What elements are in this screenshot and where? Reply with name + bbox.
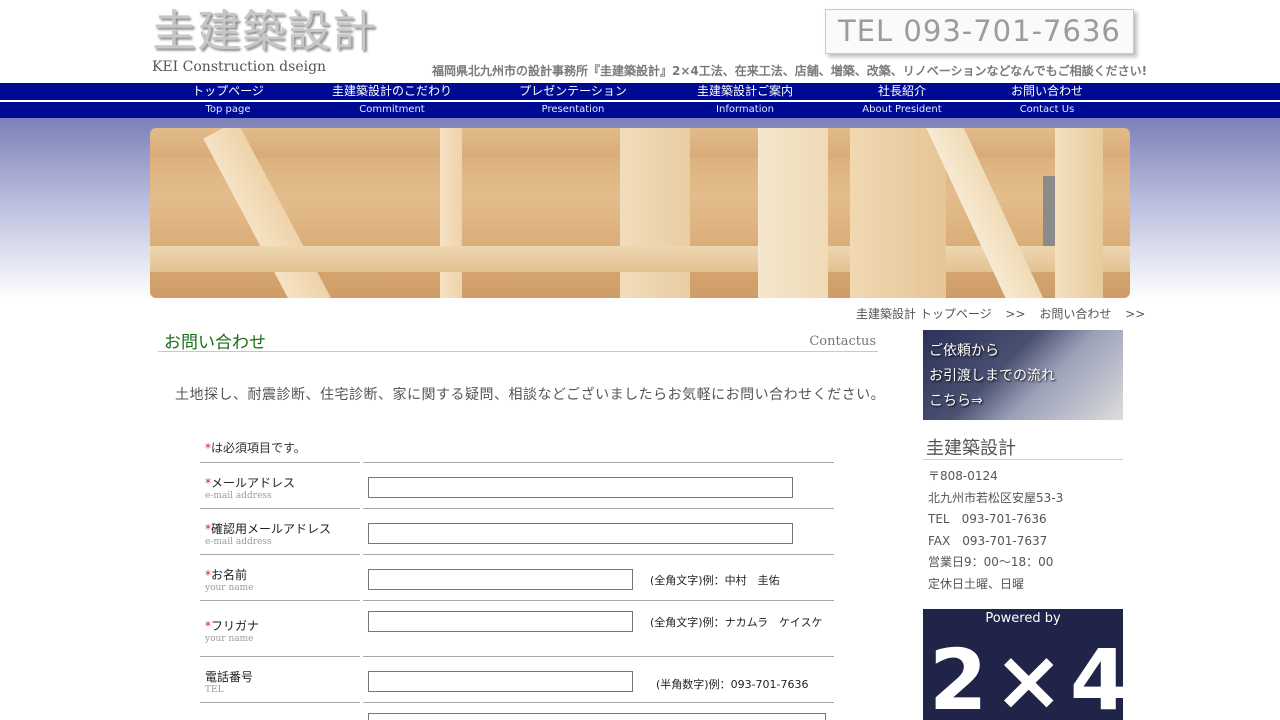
nav-item-president[interactable]: 社長紹介 About President (852, 83, 952, 118)
company-name: 圭建築設計 (923, 434, 1123, 460)
nav-item-commitment[interactable]: 圭建築設計のこだわり Commitment (322, 83, 462, 118)
name-label: *お名前 (205, 568, 248, 582)
breadcrumb-home-link[interactable]: 圭建築設計 トップページ (856, 307, 992, 321)
flow-banner-line: お引渡しまでの流れ (929, 368, 1055, 384)
email-field[interactable] (368, 477, 793, 498)
confirm-email-label: *確認用メールアドレス (205, 522, 332, 536)
nav-item-information[interactable]: 圭建築設計ご案内 Information (680, 83, 810, 118)
breadcrumb-separator: >> (1125, 307, 1146, 321)
site-tagline: 福岡県北九州市の設計事務所『圭建築設計』2×4工法、在来工法、店舗、増築、改築、… (432, 64, 1148, 78)
form-row-name: *お名前 your name (全角文字)例：中村 圭佑 (200, 554, 834, 600)
powered-by-banner[interactable]: Powered by 2×4 (923, 609, 1123, 720)
two-by-four-logo: 2×4 (929, 631, 1123, 720)
breadcrumb: 圭建築設計 トップページ >> お問い合わせ >> (856, 305, 1155, 322)
nav-item-presentation[interactable]: プレゼンテーション Presentation (508, 83, 638, 118)
email-sublabel: e-mail address (205, 491, 272, 501)
form-column-divider (360, 462, 363, 720)
nav-item-sublabel: Commitment (359, 104, 425, 115)
tel-label: 電話番号 (205, 670, 254, 684)
nav-item-label: 圭建築設計ご案内 (696, 84, 793, 98)
nav-item-contact[interactable]: お問い合わせ Contact Us (997, 83, 1097, 118)
name-hint: (全角文字)例：中村 圭佑 (650, 574, 780, 587)
hero-image (150, 128, 1130, 298)
page-title-jp: お問い合わせ (164, 333, 266, 353)
nav-item-sublabel: Information (716, 104, 774, 115)
nav-item-sublabel: Presentation (541, 104, 605, 115)
nav-item-label: トップページ (192, 84, 264, 98)
company-tel: TEL 093-701-7636 (928, 512, 1047, 527)
company-address: 北九州市若松区安屋53-3 (928, 490, 1064, 505)
breadcrumb-separator: >> (1005, 307, 1026, 321)
nav-item-label: 社長紹介 (877, 84, 926, 98)
required-note: *は必須項目です。 (205, 439, 306, 456)
name-sublabel: your name (205, 583, 254, 593)
nav-item-sublabel: Contact Us (1019, 104, 1075, 115)
nav-item-label: プレゼンテーション (519, 84, 627, 98)
kana-sublabel: your name (205, 634, 254, 644)
nav-item-sublabel: Top page (205, 104, 251, 115)
email-label: *メールアドレス (205, 476, 296, 490)
confirm-email-field[interactable] (368, 523, 793, 544)
breadcrumb-current[interactable]: お問い合わせ (1039, 307, 1111, 321)
intro-text: 土地探し、耐震診断、住宅診断、家に関する疑問、相談などございましたらお気軽にお問… (175, 387, 886, 403)
flow-banner[interactable]: ご依頼から お引渡しまでの流れ こちら⇒ (923, 330, 1123, 420)
company-postal: 〒808-0124 (928, 469, 998, 483)
kana-hint: (全角文字)例：ナカムラ ケイスケ (650, 616, 823, 629)
tel-banner: TEL 093-701-7636 (825, 9, 1134, 54)
form-row-tel: 電話番号 TEL (半角数字)例：093-701-7636 (200, 656, 834, 702)
site-header: 圭建築設計 KEI Construction dseign TEL 093-70… (0, 0, 1280, 83)
nav-item-label: 圭建築設計のこだわり (331, 84, 452, 98)
nav-item-sublabel: About President (862, 104, 942, 115)
form-row-kana: *フリガナ your name (全角文字)例：ナカムラ ケイスケ (200, 600, 834, 656)
company-hours: 営業日9：00～18：00 (928, 555, 1054, 570)
company-info: 〒808-0124 北九州市若松区安屋53-3 TEL 093-701-7636… (928, 466, 1063, 596)
company-holidays: 定休日土曜、日曜 (928, 576, 1025, 591)
site-logo-subtitle: KEI Construction dseign (152, 59, 327, 75)
form-row-email: *メールアドレス e-mail address (200, 462, 834, 508)
flow-banner-line: こちら⇒ (929, 393, 983, 409)
form-row-confirm-email: *確認用メールアドレス e-mail address (200, 508, 834, 554)
name-field[interactable] (368, 569, 633, 590)
required-note-text: は必須項目です。 (211, 441, 306, 455)
page-title: お問い合わせ Contactus (158, 328, 878, 353)
tel-field[interactable] (368, 671, 633, 692)
site-logo[interactable]: 圭建築設計 (152, 6, 377, 58)
confirm-email-sublabel: e-mail address (205, 537, 272, 547)
page-title-en: Contactus (809, 334, 876, 349)
kana-label: *フリガナ (205, 619, 260, 633)
global-nav: トップページ Top page 圭建築設計のこだわり Commitment プレ… (0, 83, 1280, 118)
nav-item-top[interactable]: トップページ Top page (178, 83, 278, 118)
contact-form: *メールアドレス e-mail address *確認用メールアドレス e-ma… (200, 462, 834, 720)
tel-sublabel: TEL (205, 685, 224, 695)
tel-hint: (半角数字)例：093-701-7636 (656, 678, 809, 691)
form-row-next (200, 702, 834, 720)
nav-item-label: お問い合わせ (1010, 84, 1083, 98)
next-field[interactable] (368, 713, 826, 720)
company-fax: FAX 093-701-7637 (928, 533, 1048, 548)
powered-by-text: Powered by (985, 611, 1061, 626)
flow-banner-line: ご依頼から (929, 343, 999, 359)
